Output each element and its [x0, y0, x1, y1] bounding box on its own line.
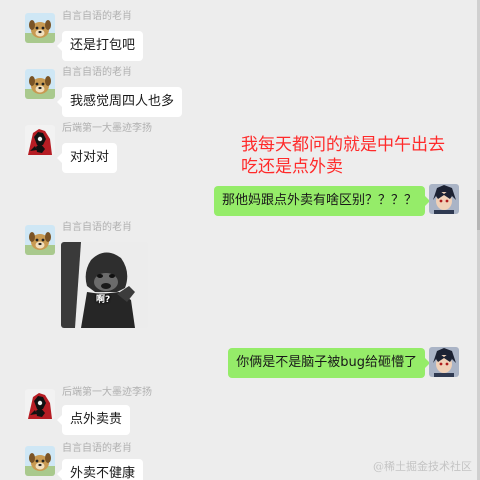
message-bubble[interactable]: 还是打包吧: [56, 31, 144, 61]
anime-avatar-icon[interactable]: [429, 347, 459, 377]
ninja-avatar-icon[interactable]: [25, 125, 55, 155]
sender-name: 自言自语的老肖: [62, 67, 132, 78]
sender-name: 自言自语的老肖: [62, 11, 132, 22]
message-bubble[interactable]: 对对对: [56, 143, 118, 173]
watermark: @稀土掘金技术社区: [373, 460, 472, 473]
sender-name: 后端第一大墨迹李扬: [62, 123, 152, 134]
sender-name: 后端第一大墨迹李扬: [62, 387, 152, 398]
ninja-avatar-icon[interactable]: [25, 389, 55, 419]
red-annotation: 我每天都问的就是中午出去 吃还是点外卖: [241, 134, 466, 178]
meme-caption: 啊?: [96, 295, 111, 305]
chat-window: 自言自语的老肖 还是打包吧 自言自语的老肖 我感觉周四人也多 后端第一大墨迹李扬…: [0, 0, 480, 480]
monkey-meme-image[interactable]: 啊?: [61, 242, 148, 328]
message-bubble[interactable]: 点外卖贵: [56, 405, 131, 435]
sender-name: 自言自语的老肖: [62, 222, 132, 233]
annotation-line: 我每天都问的就是中午出去: [241, 135, 445, 155]
dog-avatar-icon[interactable]: [25, 13, 55, 43]
message-bubble[interactable]: 外卖不健康: [56, 459, 144, 480]
dog-avatar-icon[interactable]: [25, 69, 55, 99]
my-message-bubble[interactable]: 那他妈跟点外卖有啥区别？？？？: [213, 186, 431, 216]
anime-avatar-icon[interactable]: [429, 184, 459, 214]
dog-avatar-icon[interactable]: [25, 446, 55, 476]
message-bubble[interactable]: 我感觉周四人也多: [56, 87, 183, 117]
sender-name: 自言自语的老肖: [62, 443, 132, 454]
annotation-line: 吃还是点外卖: [241, 157, 343, 177]
my-message-bubble[interactable]: 你俩是不是脑子被bug给砸懵了: [228, 348, 430, 378]
dog-avatar-icon[interactable]: [25, 225, 55, 255]
